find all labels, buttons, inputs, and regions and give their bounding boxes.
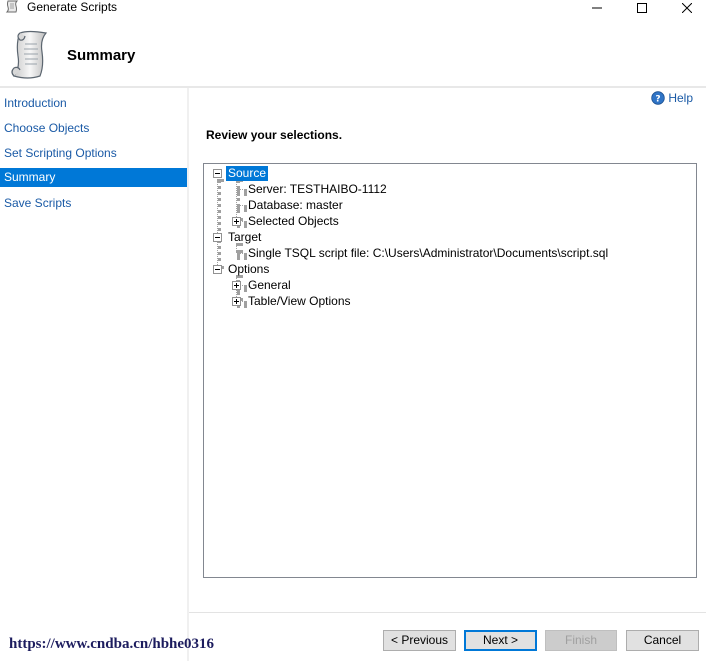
- page-title: Summary: [67, 47, 136, 64]
- help-label: Help: [668, 91, 693, 105]
- tree-node-target[interactable]: Target: [226, 230, 263, 245]
- tree-connector: [236, 179, 240, 221]
- tree-node-selected-objects[interactable]: Selected Objects: [246, 214, 341, 229]
- maximize-button[interactable]: [619, 0, 665, 16]
- page-header: Summary: [0, 16, 706, 86]
- tree-node-database[interactable]: Database: master: [246, 198, 345, 213]
- expand-icon[interactable]: [232, 297, 241, 306]
- tree-node-script-file[interactable]: Single TSQL script file: C:\Users\Admini…: [246, 246, 610, 261]
- sidebar-item-save-scripts[interactable]: Save Scripts: [0, 194, 187, 213]
- maximize-icon: [637, 3, 647, 13]
- tree-node-source[interactable]: Source: [226, 166, 269, 181]
- close-icon: [682, 3, 692, 13]
- sidebar-item-set-scripting-options[interactable]: Set Scripting Options: [0, 144, 187, 163]
- review-heading: Review your selections.: [206, 128, 343, 142]
- finish-button[interactable]: Finish: [545, 630, 617, 651]
- tree-node-options[interactable]: Options: [226, 262, 271, 277]
- collapse-icon[interactable]: [213, 265, 222, 274]
- sidebar-item-choose-objects[interactable]: Choose Objects: [0, 119, 187, 138]
- tree-connector: [217, 179, 221, 269]
- tree-node-table-view-options[interactable]: Table/View Options: [246, 294, 353, 309]
- previous-button[interactable]: < Previous: [383, 630, 456, 651]
- svg-text:?: ?: [656, 95, 661, 105]
- next-button[interactable]: Next >: [464, 630, 537, 651]
- collapse-icon[interactable]: [213, 233, 222, 242]
- help-icon: ?: [651, 91, 666, 105]
- footer-divider: [189, 612, 706, 613]
- minimize-button[interactable]: [574, 0, 620, 16]
- wizard-sidebar: Introduction Choose Objects Set Scriptin…: [0, 88, 187, 661]
- collapse-icon[interactable]: [213, 169, 222, 178]
- window-title: Generate Scripts: [27, 0, 118, 14]
- tree-node-general[interactable]: General: [246, 278, 293, 293]
- sidebar-item-introduction[interactable]: Introduction: [0, 94, 187, 113]
- close-button[interactable]: [664, 0, 706, 16]
- help-link[interactable]: ? Help: [651, 91, 693, 105]
- main-panel: ? Help Review your selections. Source Se…: [189, 88, 706, 661]
- minimize-icon: [592, 7, 602, 9]
- expand-icon[interactable]: [232, 281, 241, 290]
- cancel-button[interactable]: Cancel: [626, 630, 699, 651]
- expand-icon[interactable]: [232, 217, 241, 226]
- scroll-icon: [5, 0, 19, 13]
- url-watermark: https://www.cndba.cn/hbhe0316: [9, 636, 215, 652]
- selection-tree[interactable]: Source Server: TESTHAIBO-1112 Database: …: [203, 163, 697, 578]
- scroll-icon: [11, 30, 48, 79]
- title-bar: Generate Scripts: [0, 0, 706, 16]
- tree-node-server[interactable]: Server: TESTHAIBO-1112: [246, 182, 389, 197]
- sidebar-item-summary[interactable]: Summary: [0, 168, 187, 187]
